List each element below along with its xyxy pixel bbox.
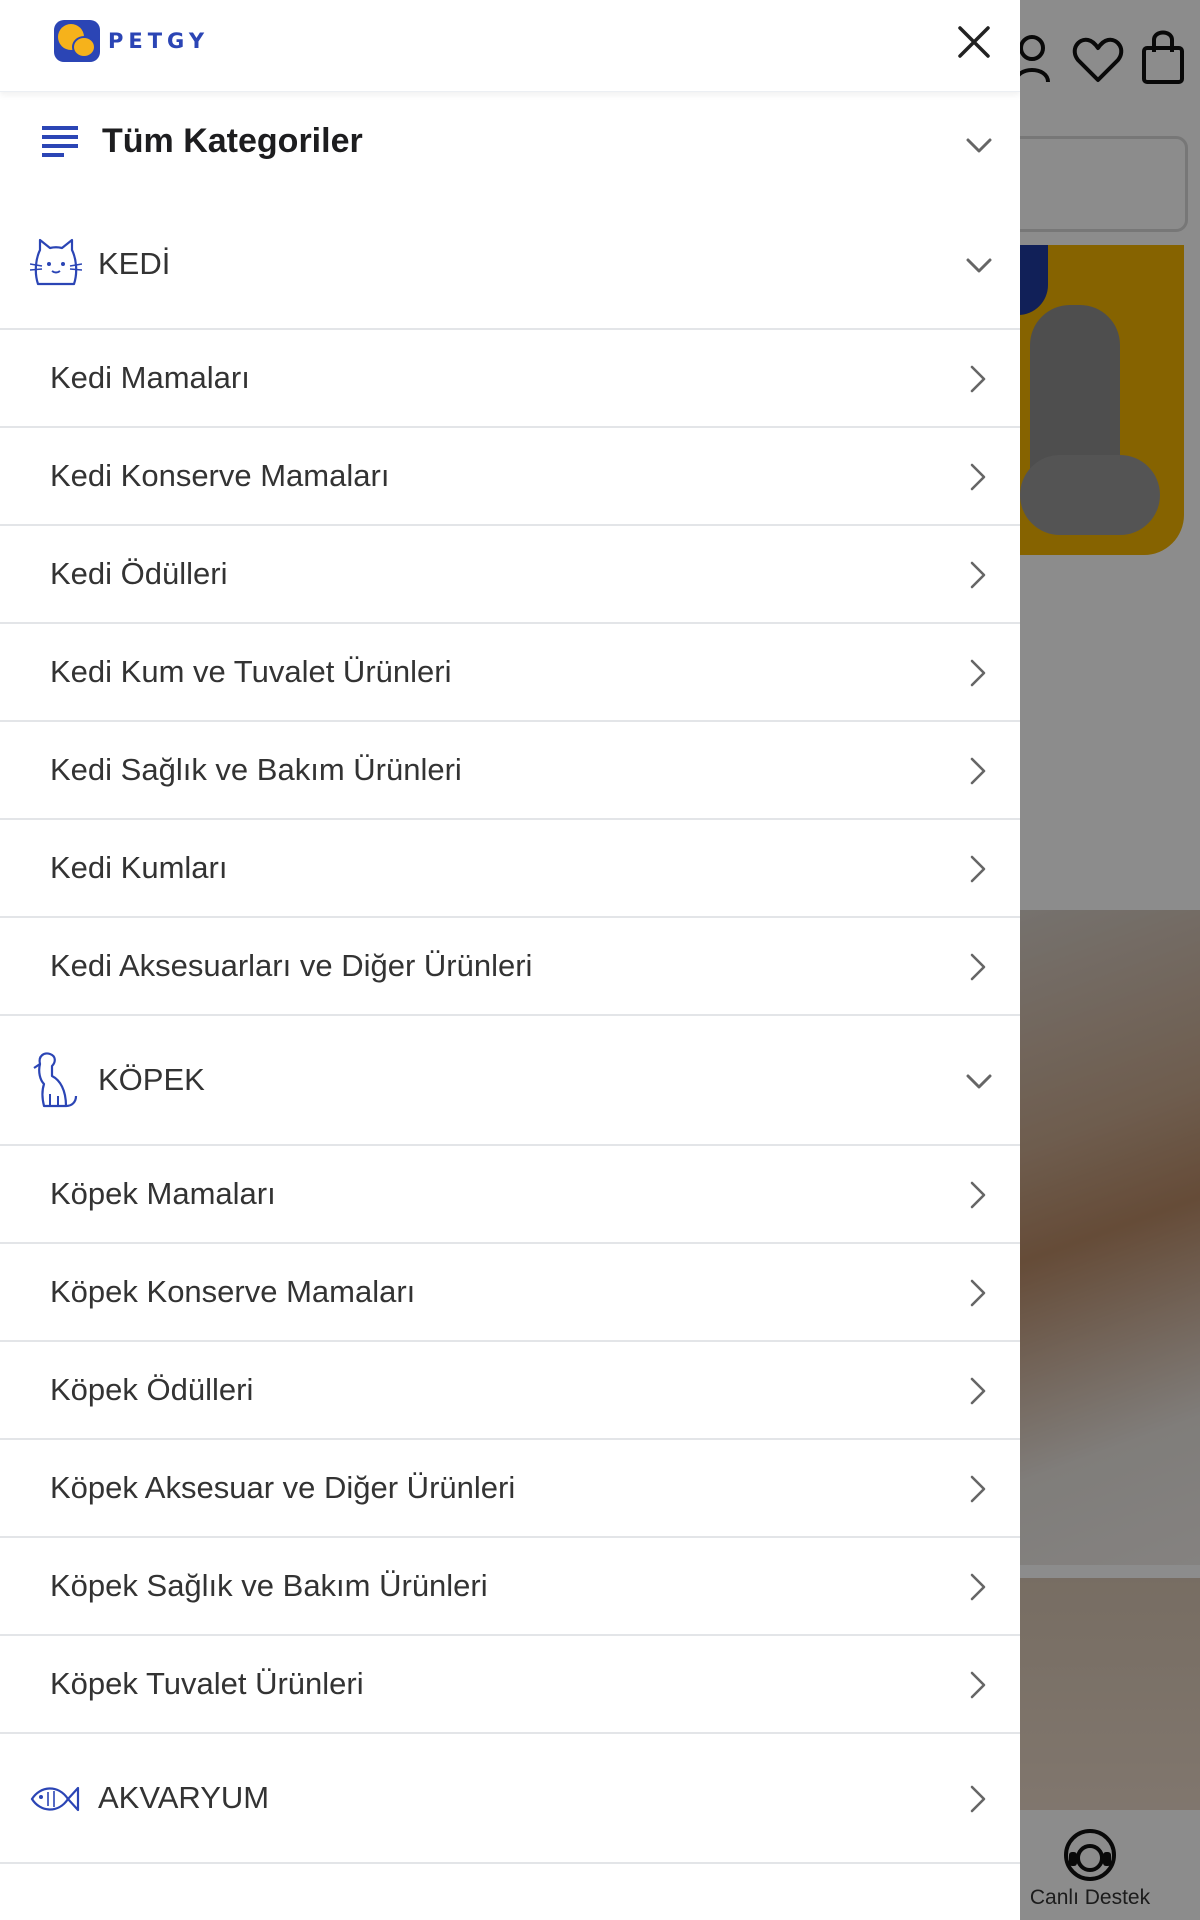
subcategory-item[interactable]: Köpek Mamaları (0, 1146, 1020, 1244)
subcategory-item[interactable]: Köpek Tuvalet Ürünleri (0, 1636, 1020, 1734)
subcategory-item[interactable]: Kedi Sağlık ve Bakım Ürünleri (0, 722, 1020, 820)
subcategory-item[interactable]: Kedi Mamaları (0, 330, 1020, 428)
chevron-right-icon (970, 757, 986, 785)
dog-icon (30, 1050, 78, 1110)
chevron-right-icon (970, 1279, 986, 1307)
chevron-down-icon (966, 258, 992, 274)
chevron-right-icon (970, 1181, 986, 1209)
fish-icon (30, 1782, 80, 1816)
chevron-right-icon (970, 365, 986, 393)
chevron-right-icon (970, 953, 986, 981)
chevron-right-icon (970, 1377, 986, 1405)
section-label: AKVARYUM (98, 1780, 270, 1815)
subcategory-label: Köpek Ödülleri (50, 1372, 254, 1407)
section-label: KEDİ (98, 246, 171, 281)
subcategory-label: Köpek Mamaları (50, 1176, 276, 1211)
subcategory-label: Kedi Kumları (50, 850, 228, 885)
section-label: KÖPEK (98, 1062, 205, 1097)
brand-name: PETGY (108, 29, 210, 53)
chevron-right-icon (970, 1475, 986, 1503)
chevron-right-icon (970, 1671, 986, 1699)
cat-icon (30, 238, 82, 288)
subcategory-label: Kedi Konserve Mamaları (50, 458, 390, 493)
category-drawer: PETGY Tüm Kategoriler KEDİ Kedi Mamaları… (0, 0, 1020, 1920)
section-dog[interactable]: KÖPEK (0, 1016, 1020, 1146)
chevron-right-icon (970, 1573, 986, 1601)
subcategory-label: Kedi Mamaları (50, 360, 250, 395)
chevron-right-icon (970, 1785, 986, 1813)
chevron-right-icon (970, 855, 986, 883)
subcategory-item[interactable]: Köpek Konserve Mamaları (0, 1244, 1020, 1342)
chevron-right-icon (970, 659, 986, 687)
subcategory-label: Kedi Aksesuarları ve Diğer Ürünleri (50, 948, 533, 983)
subcategory-label: Kedi Kum ve Tuvalet Ürünleri (50, 654, 452, 689)
chevron-down-icon (966, 138, 992, 154)
chevron-down-icon (966, 1074, 992, 1090)
subcategory-item[interactable]: Köpek Sağlık ve Bakım Ürünleri (0, 1538, 1020, 1636)
close-icon[interactable] (954, 22, 994, 62)
subcategory-item[interactable]: Kedi Aksesuarları ve Diğer Ürünleri (0, 918, 1020, 1016)
subcategory-item[interactable]: Kedi Kumları (0, 820, 1020, 918)
subcategory-item[interactable]: Köpek Aksesuar ve Diğer Ürünleri (0, 1440, 1020, 1538)
drawer-header: PETGY (0, 0, 1020, 92)
subcategory-item[interactable]: Kedi Ödülleri (0, 526, 1020, 624)
subcategory-label: Köpek Konserve Mamaları (50, 1274, 416, 1309)
section-aquarium[interactable]: AKVARYUM (0, 1734, 1020, 1864)
all-categories-label: Tüm Kategoriler (102, 122, 363, 160)
subcategory-item[interactable]: Kedi Konserve Mamaları (0, 428, 1020, 526)
all-categories-toggle[interactable]: Tüm Kategoriler (0, 92, 1020, 200)
subcategory-item[interactable]: Kedi Kum ve Tuvalet Ürünleri (0, 624, 1020, 722)
subcategory-label: Kedi Sağlık ve Bakım Ürünleri (50, 752, 462, 787)
logo-mark-icon (54, 20, 100, 62)
menu-lines-icon (42, 124, 78, 158)
brand-logo[interactable]: PETGY (54, 20, 209, 62)
subcategory-item[interactable]: Köpek Ödülleri (0, 1342, 1020, 1440)
subcategory-label: Kedi Ödülleri (50, 556, 228, 591)
subcategory-label: Köpek Tuvalet Ürünleri (50, 1666, 364, 1701)
section-cat[interactable]: KEDİ (0, 200, 1020, 330)
chevron-right-icon (970, 463, 986, 491)
subcategory-label: Köpek Sağlık ve Bakım Ürünleri (50, 1568, 488, 1603)
subcategory-label: Köpek Aksesuar ve Diğer Ürünleri (50, 1470, 516, 1505)
chevron-right-icon (970, 561, 986, 589)
